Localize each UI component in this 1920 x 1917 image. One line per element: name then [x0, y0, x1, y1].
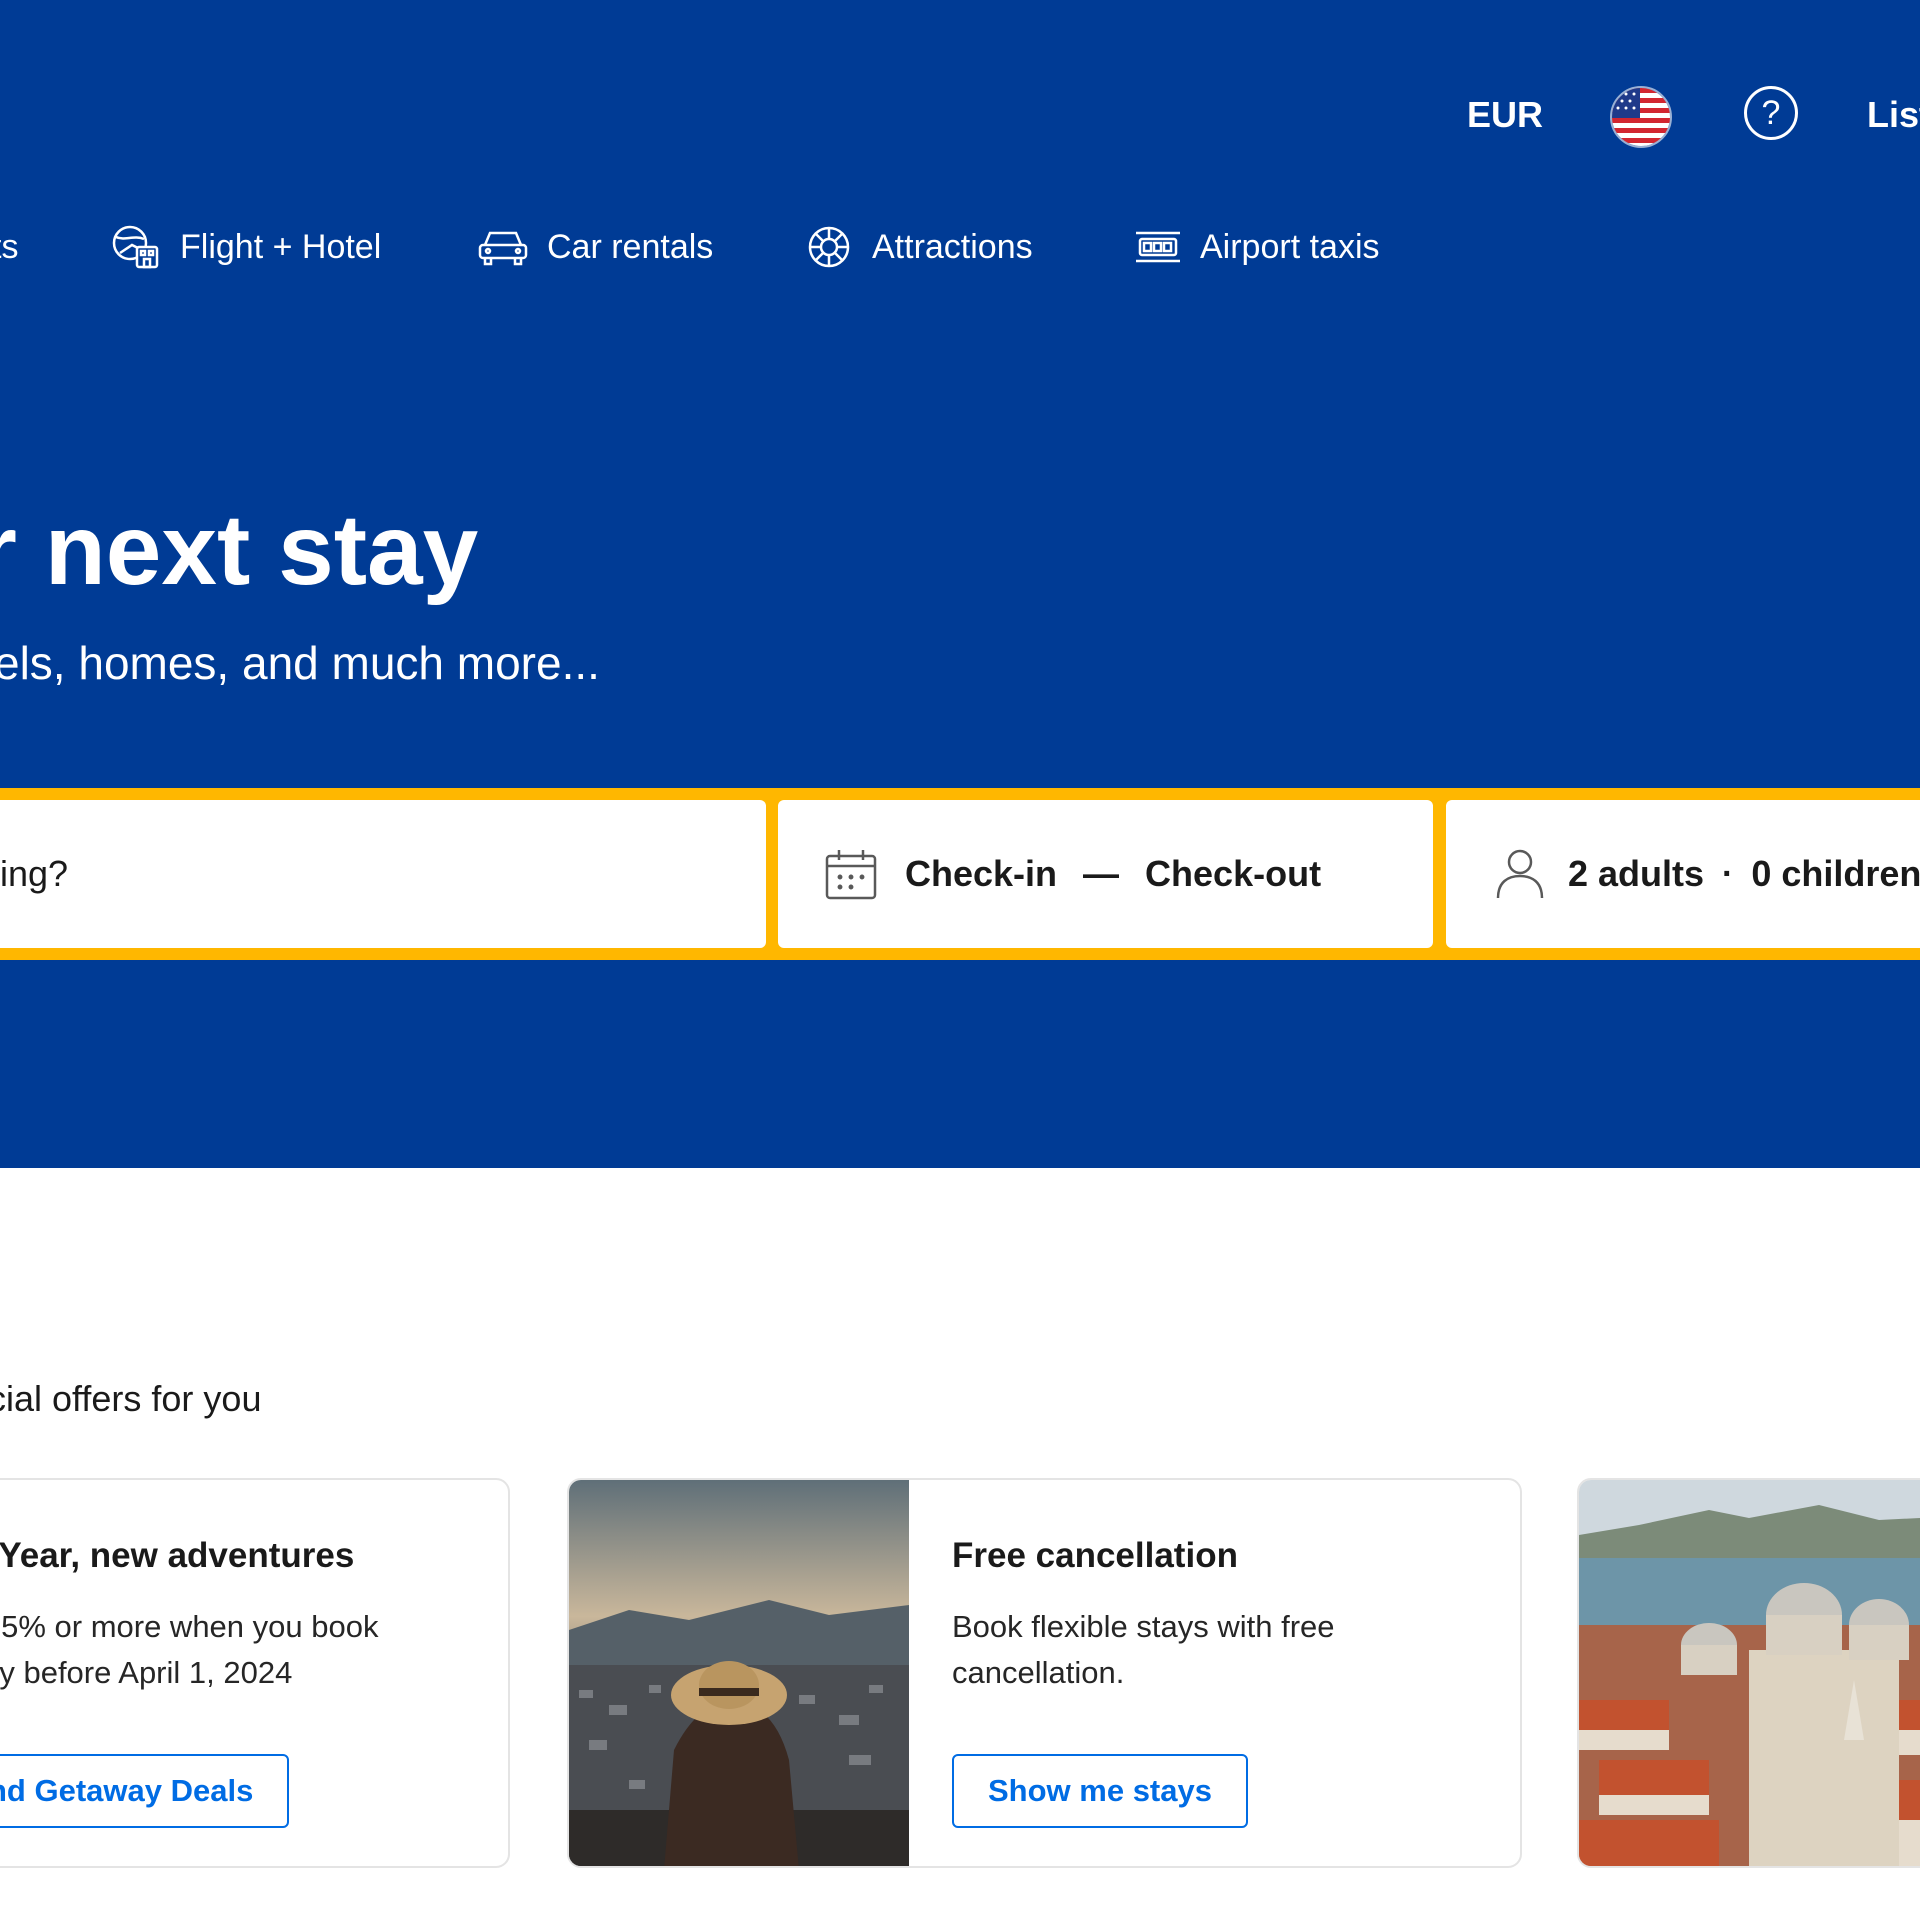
nav-item-flight-hotel[interactable]: Flight + Hotel [110, 224, 381, 270]
show-me-stays-button[interactable]: Show me stays [952, 1754, 1248, 1828]
taxi-icon [1136, 231, 1180, 263]
nav-item-car-rentals[interactable]: Car rentals [477, 224, 713, 270]
nav-item-label: Attractions [872, 227, 1033, 266]
guests-separator: · [1722, 854, 1734, 893]
nav-item-label: Airport taxis [1200, 227, 1380, 266]
offer-card-title: Free cancellation [952, 1536, 1238, 1575]
hero-banner: EUR ? List ts Flight + Hotel [0, 0, 1920, 1168]
offer-card-destination[interactable] [1577, 1478, 1920, 1868]
offer-card-text-line: e 15% or more when you book [0, 1609, 379, 1644]
traveler-photo [569, 1480, 909, 1866]
us-flag-icon[interactable] [1610, 86, 1672, 148]
adults-count: 2 adults [1568, 853, 1705, 894]
offer-card-text: e 15% or more when you book stay before … [0, 1604, 508, 1696]
offer-card-new-year: w Year, new adventures e 15% or more whe… [0, 1478, 510, 1868]
car-icon [478, 231, 528, 266]
attractions-icon [808, 226, 850, 268]
list-property-link[interactable]: List [1867, 97, 1920, 133]
search-bar: ing? Check-in — Check-out 2 adults · 0 c… [0, 788, 1920, 960]
person-icon [1496, 849, 1544, 899]
date-separator: — [1083, 853, 1120, 894]
offer-card-free-cancellation: Free cancellation Book flexible stays wi… [567, 1478, 1522, 1868]
currency-button[interactable]: EUR [1467, 97, 1543, 133]
check-out-label: Check-out [1145, 853, 1322, 894]
question-circle-icon[interactable]: ? [1744, 86, 1798, 140]
children-count: 0 children [1751, 853, 1920, 894]
offer-card-text-line: stay before April 1, 2024 [0, 1655, 293, 1690]
check-in-label: Check-in [905, 853, 1058, 894]
offer-card-text: Book flexible stays with free cancellati… [952, 1609, 1335, 1690]
destination-field[interactable]: ing? [0, 800, 766, 948]
city-photo [1579, 1480, 1920, 1866]
guests-field[interactable]: 2 adults · 0 children [1446, 800, 1920, 948]
getaway-deals-button[interactable]: nd Getaway Deals [0, 1754, 290, 1828]
page-title: r next stay [0, 494, 479, 606]
offer-card-title: w Year, new adventures [0, 1536, 355, 1575]
nav-item-partial[interactable]: ts [0, 228, 18, 267]
nav-item-label: Car rentals [547, 227, 714, 266]
calendar-icon [825, 850, 877, 900]
nav-item-airport-taxis[interactable]: Airport taxis [1134, 224, 1380, 270]
destination-placeholder: ing? [0, 853, 69, 894]
flight-hotel-icon [112, 225, 159, 269]
date-range-field[interactable]: Check-in — Check-out [778, 800, 1433, 948]
page-subtitle: els, homes, and much more... [0, 637, 600, 689]
offers-heading: cial offers for you [0, 1378, 262, 1419]
nav-item-label: Flight + Hotel [180, 227, 382, 266]
nav-item-attractions[interactable]: Attractions [804, 224, 1033, 270]
